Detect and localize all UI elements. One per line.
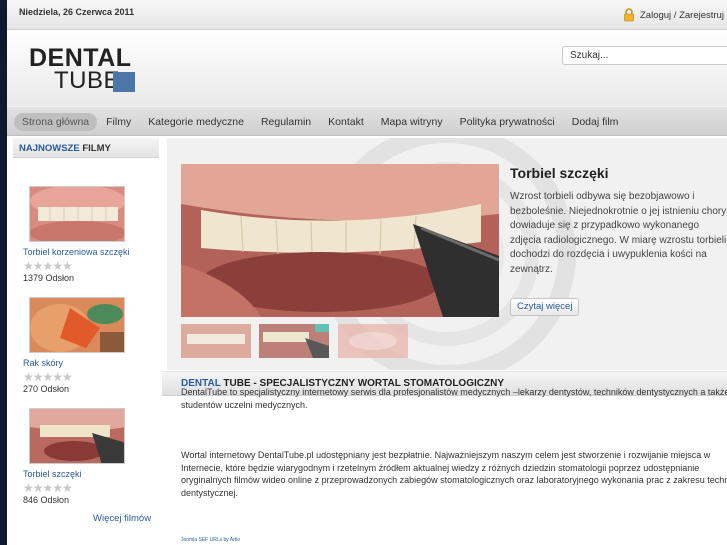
more-videos-link[interactable]: Więcej filmów: [93, 513, 151, 524]
slider-thumbnail[interactable]: [259, 324, 329, 358]
latest-videos-sidebar: NAJNOWSZE FILMY Torbiel korzeniowa szczę…: [13, 138, 159, 545]
sidebar-title: NAJNOWSZE FILMY: [19, 143, 111, 154]
video-thumbnail[interactable]: [29, 186, 125, 242]
nav-item-privacy[interactable]: Polityka prywatności: [452, 113, 563, 131]
nav-item-home[interactable]: Strona główna: [14, 113, 98, 131]
lock-icon: [624, 8, 634, 22]
video-views-count: 270 Odsłon: [23, 384, 70, 394]
read-more-button[interactable]: Czytaj więcej: [510, 298, 580, 316]
intro-paragraph: DentalTube to specjalistyczny internetow…: [181, 387, 727, 410]
header: DENTAL TUBE: [7, 31, 727, 106]
featured-video-image[interactable]: [181, 164, 499, 317]
rating-stars[interactable]: ★★★★★: [23, 371, 73, 383]
rating-stars[interactable]: ★★★★★: [23, 482, 73, 494]
sef-urls-credit-link[interactable]: Joomla SEF URLs by Artio: [181, 537, 240, 543]
top-bar: Niedziela, 26 Czerwca 2011 Zaloguj / Zar…: [7, 0, 727, 30]
sidebar-title-accent: NAJNOWSZE: [19, 143, 80, 154]
about-paragraph: Wortal internetowy DentalTube.pl udostęp…: [181, 450, 727, 498]
nav-item-add-film[interactable]: Dodaj film: [564, 113, 627, 131]
video-thumbnail[interactable]: [29, 408, 125, 464]
slider-thumbnail[interactable]: [338, 324, 408, 358]
sidebar-header: NAJNOWSZE FILMY: [13, 138, 159, 158]
logo-square-icon: [113, 72, 135, 92]
nav-item-terms[interactable]: Regulamin: [253, 113, 319, 131]
video-thumbnail[interactable]: [29, 297, 125, 353]
video-views-count: 846 Odsłon: [23, 495, 70, 505]
main-navigation: Strona główna Filmy Kategorie medyczne R…: [7, 106, 727, 136]
dentaltube-logo[interactable]: DENTAL TUBE: [29, 45, 139, 93]
featured-video-slider: Torbiel szczęki Wzrost torbieli odbywa s…: [167, 138, 727, 370]
rating-stars[interactable]: ★★★★★: [23, 260, 73, 272]
login-register-link[interactable]: Zaloguj / Zarejestruj się: [640, 10, 727, 21]
sidebar-title-rest: FILMY: [82, 143, 111, 154]
video-title-link[interactable]: Torbiel korzeniowa szczęki: [23, 247, 130, 257]
slider-thumbnail[interactable]: [181, 324, 251, 358]
page: Niedziela, 26 Czerwca 2011 Zaloguj / Zar…: [7, 0, 727, 545]
nav-item-sitemap[interactable]: Mapa witryny: [373, 113, 451, 131]
nav-item-films[interactable]: Filmy: [98, 113, 139, 131]
search-input[interactable]: [562, 46, 727, 65]
video-title-link[interactable]: Torbiel szczęki: [23, 469, 82, 479]
featured-video-description: Wzrost torbieli odbywa się bezobjawowo i…: [510, 191, 727, 275]
current-date: Niedziela, 26 Czerwca 2011: [19, 7, 135, 17]
main-content: Torbiel szczęki Wzrost torbieli odbywa s…: [162, 138, 727, 545]
logo-text-tube: TUBE: [54, 67, 121, 94]
video-title-link[interactable]: Rak skóry: [23, 358, 63, 368]
nav-item-categories[interactable]: Kategorie medyczne: [140, 113, 252, 131]
video-views-count: 1379 Odsłon: [23, 273, 75, 283]
nav-item-contact[interactable]: Kontakt: [320, 113, 372, 131]
featured-video-title[interactable]: Torbiel szczęki: [510, 165, 609, 181]
